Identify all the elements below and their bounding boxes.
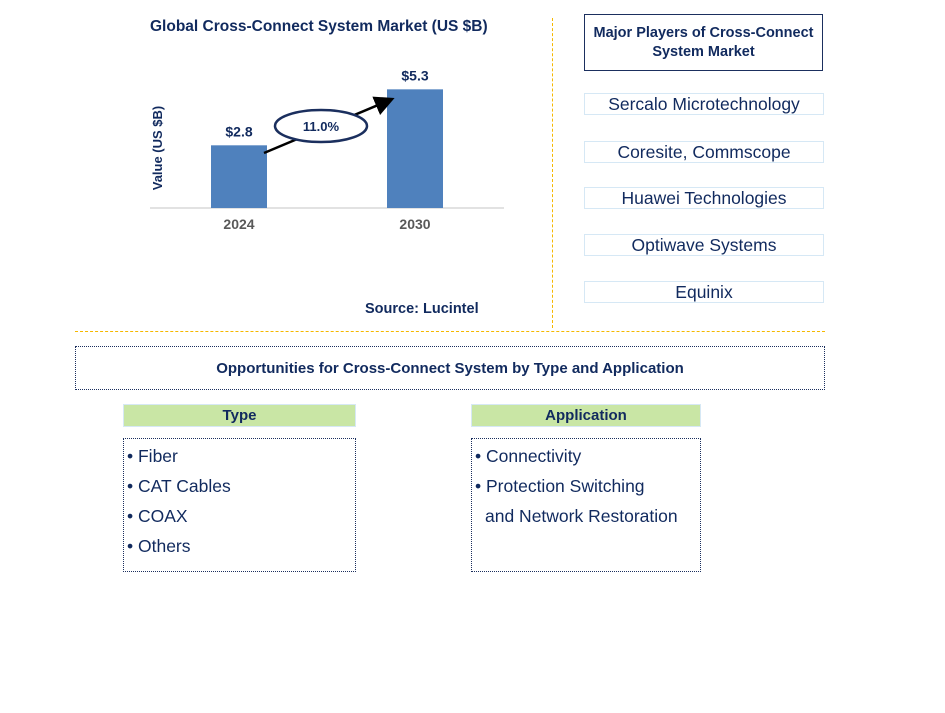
player-item: Equinix	[584, 281, 824, 303]
players-title: Major Players of Cross-Connect System Ma…	[584, 14, 823, 71]
application-item: • Protection Switching	[475, 476, 645, 496]
vertical-divider	[552, 18, 553, 328]
y-axis-label: Value (US $B)	[150, 106, 165, 191]
bar-2030	[387, 89, 443, 208]
cagr-annotation: 11.0%	[263, 96, 395, 155]
type-list: • Fiber • CAT Cables • COAX • Others	[123, 438, 356, 572]
x-tick-label: 2024	[223, 216, 254, 232]
application-list: • Connectivity • Protection Switching an…	[471, 438, 701, 572]
chart-title: Global Cross-Connect System Market (US $…	[150, 18, 488, 35]
bar-2024	[211, 145, 267, 208]
player-item: Optiwave Systems	[584, 234, 824, 256]
application-item: and Network Restoration	[485, 506, 678, 526]
type-item: • Fiber	[127, 446, 178, 466]
application-item: • Connectivity	[475, 446, 582, 466]
source-label: Source: Lucintel	[365, 301, 479, 317]
data-label: $2.8	[225, 123, 252, 139]
type-heading: Type	[123, 404, 356, 427]
type-item: • COAX	[127, 506, 188, 526]
horizontal-divider	[75, 331, 825, 332]
data-label: $5.3	[401, 67, 428, 83]
application-heading: Application	[471, 404, 701, 427]
bar-chart: Value (US $B) $2.8 2024 $5.3 2030 11.0%	[150, 67, 504, 232]
player-item: Huawei Technologies	[584, 187, 824, 209]
player-item: Coresite, Commscope	[584, 141, 824, 163]
opportunities-title: Opportunities for Cross-Connect System b…	[75, 346, 825, 390]
type-item: • CAT Cables	[127, 476, 231, 496]
x-tick-label: 2030	[399, 216, 430, 232]
player-item: Sercalo Microtechnology	[584, 93, 824, 115]
type-item: • Others	[127, 536, 191, 556]
cagr-label: 11.0%	[303, 119, 340, 134]
